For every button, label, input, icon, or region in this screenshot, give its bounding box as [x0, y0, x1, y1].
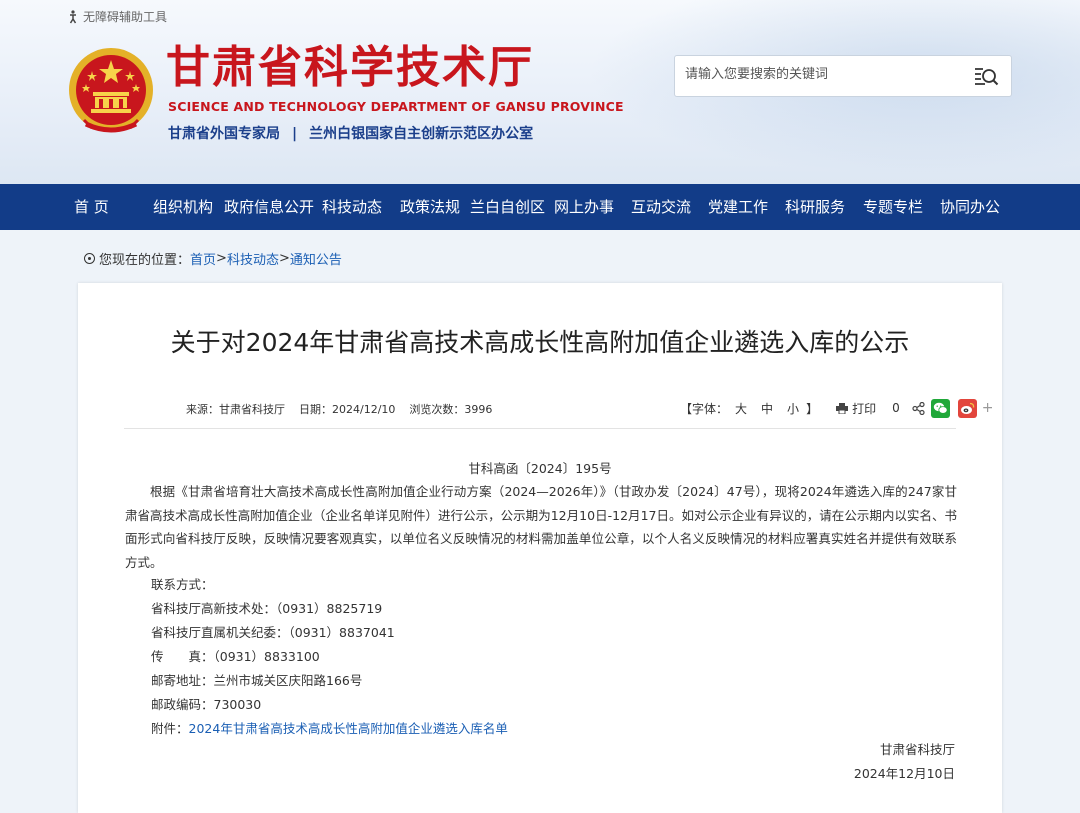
contact-postcode: 邮政编码：730030 [151, 697, 262, 712]
font-size-small[interactable]: 小 [787, 400, 799, 417]
site-title-english: SCIENCE AND TECHNOLOGY DEPARTMENT OF GAN… [168, 99, 624, 114]
print-icon[interactable] [836, 402, 849, 414]
article-panel: 关于对2024年甘肃省高技术高成长性高附加值企业遴选入库的公示 来源：甘肃省科技… [78, 283, 1002, 813]
contact-address: 邮寄地址：兰州市城关区庆阳路166号 [151, 673, 363, 688]
attachment-link[interactable]: 2024年甘肃省高技术高成长性高附加值企业遴选入库名单 [189, 721, 508, 736]
weibo-icon [960, 402, 974, 414]
nav-policies[interactable]: 政策法规 [400, 184, 470, 230]
signature-block: 甘肃省科技厅 2024年12月10日 [854, 738, 955, 786]
article-body: 根据《甘肃省培育壮大高技术高成长性高附加值企业行动方案（2024—2026年）》… [125, 484, 957, 570]
wechat-share-button[interactable] [930, 398, 950, 418]
sub-organizations: 甘肃省外国专家局 | 兰州白银国家自主创新示范区办公室 [168, 123, 533, 143]
font-size-large[interactable]: 大 [735, 400, 747, 417]
share-icon[interactable] [912, 401, 925, 415]
nav-party-building[interactable]: 党建工作 [708, 184, 785, 230]
sub-org-foreign-experts: 甘肃省外国专家局 [168, 126, 280, 142]
accessibility-label[interactable]: 无障碍辅助工具 [83, 8, 167, 25]
font-size-close: 】 [806, 401, 819, 416]
nav-research-services[interactable]: 科研服务 [785, 184, 863, 230]
nav-online-services[interactable]: 网上办事 [554, 184, 631, 230]
contact-block: 联系方式： 省科技厅高新技术处：（0931）8825719 省科技厅直属机关纪委… [151, 573, 508, 741]
search-input[interactable] [683, 66, 967, 83]
sub-org-innovation-zone: 兰州白银国家自主创新示范区办公室 [309, 126, 534, 142]
accessibility-icon [69, 9, 77, 23]
search-icon[interactable] [973, 65, 999, 89]
article-meta: 来源：甘肃省科技厅 日期：2024/12/10 浏览次数：3996 [186, 401, 506, 417]
nav-lanbai-zone[interactable]: 兰白自创区 [470, 184, 554, 230]
nav-gov-info[interactable]: 政府信息公开 [224, 184, 322, 230]
breadcrumb-sep: > [216, 251, 227, 266]
signer: 甘肃省科技厅 [879, 742, 955, 757]
site-title: 甘肃省科学技术厅 [166, 42, 534, 93]
contact-title: 联系方式： [151, 577, 214, 592]
contact-discipline-committee: 省科技厅直属机关纪委：（0931）8837041 [151, 625, 395, 640]
breadcrumb-prefix: 您现在的位置： [99, 253, 191, 268]
nav-sci-news[interactable]: 科技动态 [322, 184, 400, 230]
national-emblem [69, 48, 153, 133]
site-header: 无障碍辅助工具 甘肃省科学技术厅 SCIENCE AND TECHNOLOGY … [0, 0, 1080, 184]
nav-special-topics[interactable]: 专题专栏 [863, 184, 940, 230]
document-number: 甘科高函〔2024〕195号 [468, 461, 612, 476]
attachment-label: 附件： [151, 721, 189, 736]
nav-organization[interactable]: 组织机构 [153, 184, 224, 230]
nav-home[interactable]: 首 页 [74, 184, 153, 230]
article-title: 关于对2024年甘肃省高技术高成长性高附加值企业遴选入库的公示 [170, 328, 910, 357]
meta-divider [124, 428, 956, 429]
location-icon [84, 253, 95, 264]
breadcrumb-sci-news[interactable]: 科技动态 [227, 249, 279, 268]
print-button[interactable]: 打印 [852, 400, 876, 417]
attachment-row: 附件：2024年甘肃省高技术高成长性高附加值企业遴选入库名单 [151, 717, 508, 741]
breadcrumb-home[interactable]: 首页 [190, 249, 216, 268]
breadcrumb-sep: > [278, 251, 290, 266]
nav-interaction[interactable]: 互动交流 [631, 184, 708, 230]
accessibility-tool[interactable]: 无障碍辅助工具 [66, 8, 167, 25]
article-views: 浏览次数：3996 [409, 403, 493, 416]
search-box [674, 55, 1012, 97]
sign-date: 2024年12月10日 [853, 766, 955, 781]
contact-high-tech-dept: 省科技厅高新技术处：（0931）8825719 [151, 601, 383, 616]
article-tools: 【字体： 大 中 小 】 打印 0 + [680, 397, 993, 419]
font-size-label: 【字体： [680, 401, 729, 416]
breadcrumb-notices[interactable]: 通知公告 [290, 249, 342, 268]
weibo-share-button[interactable] [957, 398, 977, 418]
breadcrumb: 您现在的位置： 首页 > 科技动态 > 通知公告 [84, 249, 342, 268]
share-count: 0 [892, 401, 900, 415]
article-date: 日期：2024/12/10 [299, 403, 396, 416]
more-share-button[interactable]: + [982, 400, 994, 416]
article-source: 来源：甘肃省科技厅 [186, 403, 285, 416]
wechat-icon [933, 402, 948, 414]
main-nav: 首 页 组织机构 政府信息公开 科技动态 政策法规 兰白自创区 网上办事 互动交… [0, 184, 1080, 230]
contact-fax: 传 真：（0931）8833100 [151, 649, 320, 664]
nav-collab-office[interactable]: 协同办公 [940, 184, 1010, 230]
sub-org-separator: | [292, 126, 298, 142]
font-size-medium[interactable]: 中 [761, 400, 773, 417]
